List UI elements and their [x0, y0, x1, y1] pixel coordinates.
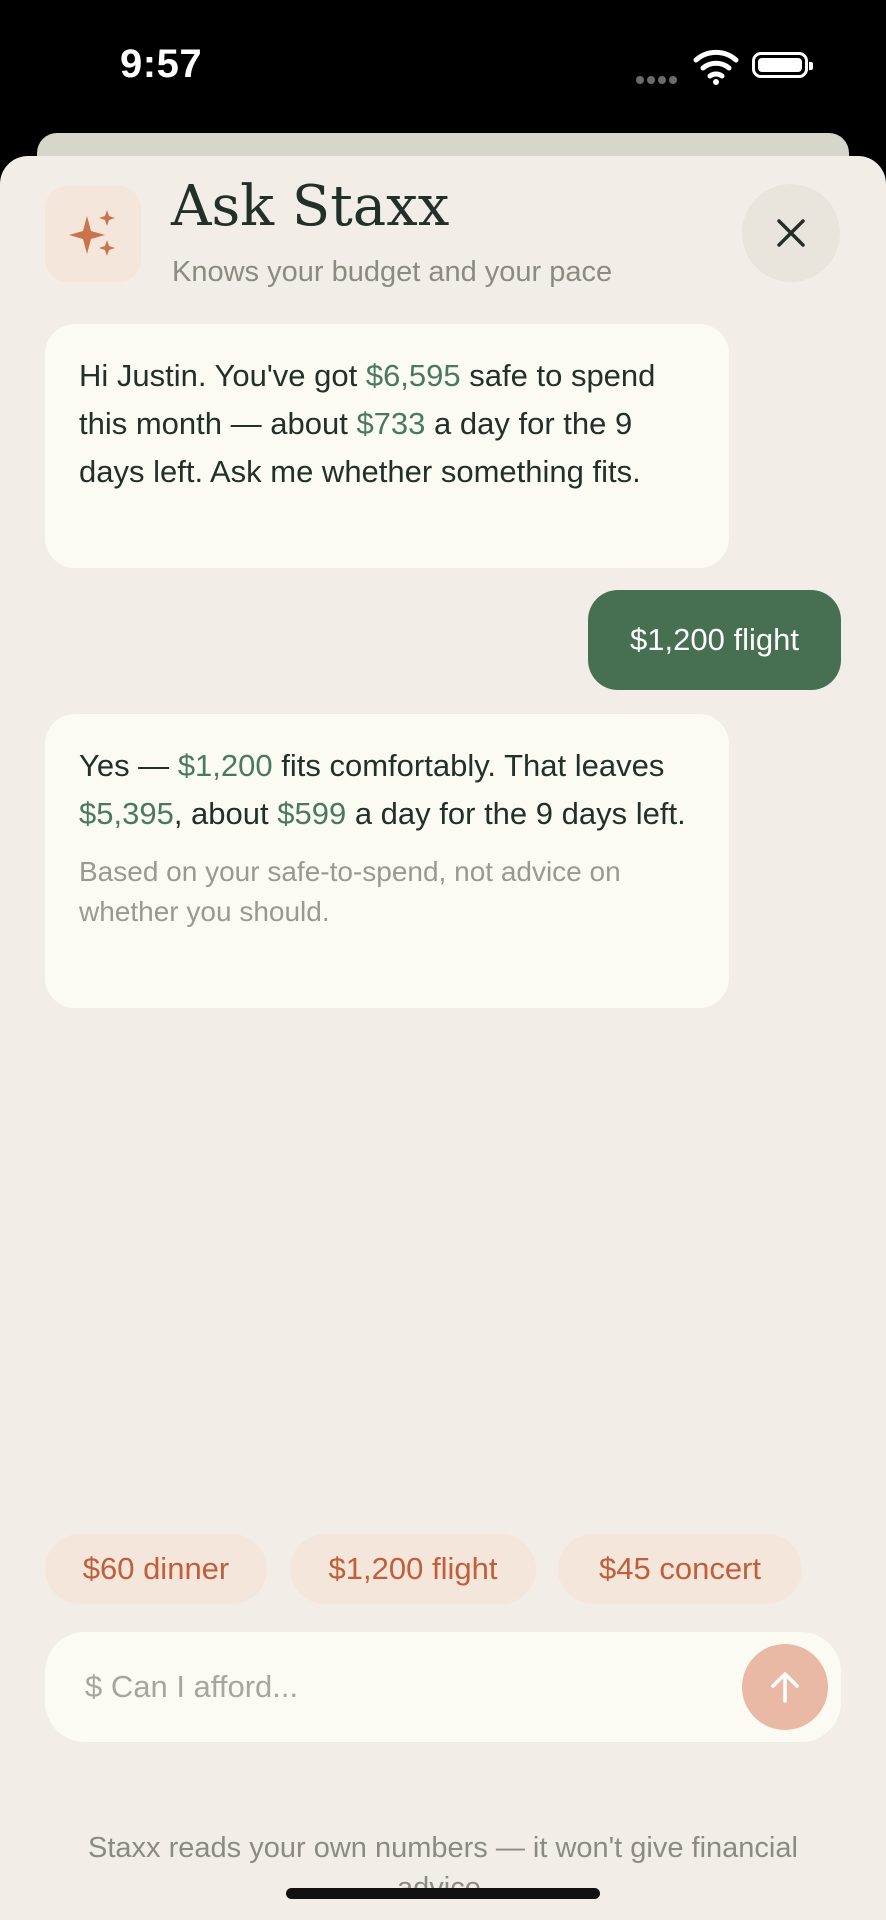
close-icon: [777, 219, 805, 247]
suggestion-chip-flight[interactable]: $1,200 flight: [290, 1534, 536, 1604]
page-title: Ask Staxx: [171, 174, 450, 239]
status-bar: 9:57: [0, 0, 886, 140]
message-text: Hi Justin. You've got $6,595 safe to spe…: [79, 358, 656, 489]
message-text: Yes — $1,200 fits comfortably. That leav…: [79, 748, 686, 831]
wifi-icon: [693, 49, 739, 85]
user-message: $1,200 flight: [588, 590, 841, 690]
money-value: $1,200: [177, 748, 273, 783]
suggestion-chips: $60 dinner $1,200 flight $45 concert: [45, 1534, 845, 1604]
page-subtitle: Knows your budget and your pace: [172, 256, 613, 288]
message-input-bar: [45, 1632, 841, 1742]
battery-icon: [752, 52, 813, 78]
money-value: $6,595: [365, 358, 461, 393]
suggestion-chip-concert[interactable]: $45 concert: [558, 1534, 802, 1604]
arrow-up-icon: [771, 1672, 799, 1703]
ask-staxx-sheet: Ask Staxx Knows your budget and your pac…: [0, 156, 886, 1920]
assistant-message: Yes — $1,200 fits comfortably. That leav…: [45, 714, 729, 1008]
status-time: 9:57: [120, 42, 203, 86]
sparkle-icon: [45, 186, 141, 282]
money-value: $5,395: [79, 796, 174, 831]
assistant-message: Hi Justin. You've got $6,595 safe to spe…: [45, 324, 729, 568]
money-value: $733: [356, 406, 426, 441]
message-input[interactable]: [85, 1660, 725, 1714]
close-button[interactable]: [742, 184, 840, 282]
suggestion-chip-dinner[interactable]: $60 dinner: [45, 1534, 267, 1604]
cellular-signal-icon: [636, 71, 680, 89]
send-button[interactable]: [742, 1644, 828, 1730]
disclaimer-note: Based on your safe-to-spend, not advice …: [79, 856, 621, 927]
home-indicator[interactable]: [286, 1888, 600, 1899]
money-value: $599: [277, 796, 347, 831]
